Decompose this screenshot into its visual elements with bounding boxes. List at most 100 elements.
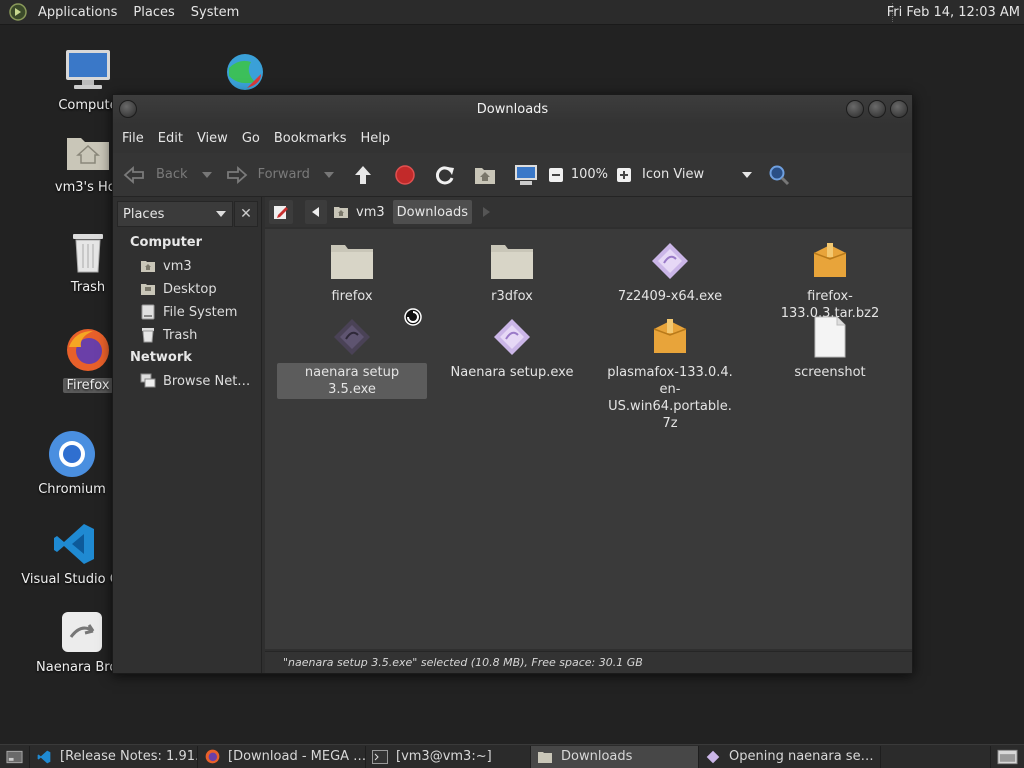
show-desktop-icon: [6, 750, 23, 763]
folder-icon: [488, 237, 536, 285]
sidebar-item-file-system[interactable]: File System: [140, 304, 237, 320]
path-scroll-right-button[interactable]: [478, 200, 494, 224]
sidebar-item-vm3[interactable]: vm3: [140, 258, 192, 274]
folder-icon: [328, 237, 376, 285]
clock[interactable]: Fri Feb 14, 12:03 AM: [887, 0, 1020, 25]
globe-icon[interactable]: [225, 52, 265, 92]
home-folder-icon: [334, 207, 348, 218]
menu-file[interactable]: File: [115, 131, 151, 146]
file-item[interactable]: Naenara setup.exe: [437, 313, 587, 382]
back-button[interactable]: Back: [123, 160, 188, 190]
path-crumb-label: Downloads: [396, 204, 469, 220]
maximize-button[interactable]: [868, 100, 886, 118]
task-label: [vm3@vm3:~]: [396, 749, 492, 764]
workspace-switcher[interactable]: [990, 745, 1024, 768]
desktop-icon: [140, 281, 156, 297]
wine-icon: [705, 749, 721, 765]
up-button[interactable]: [352, 160, 374, 190]
reload-button[interactable]: [434, 160, 456, 190]
sidebar-item-label: Trash: [163, 327, 198, 343]
view-mode-select[interactable]: Icon View: [642, 160, 753, 190]
sidebar-item-trash[interactable]: Trash: [140, 327, 197, 343]
zoom-level: 100%: [570, 167, 609, 182]
network-icon: [140, 373, 156, 389]
wine-executable-icon: [646, 237, 694, 285]
naenara-browser-icon: [58, 608, 106, 656]
back-history-dropdown[interactable]: [201, 160, 212, 190]
path-crumb-downloads[interactable]: Downloads: [392, 200, 473, 224]
drive-icon: [140, 304, 156, 320]
desktop-icon-label: Firefox: [63, 378, 113, 393]
chevron-right-icon: [483, 207, 491, 217]
sidebar-heading-computer: Computer: [130, 235, 203, 250]
menu-go[interactable]: Go: [235, 131, 267, 146]
task-download-mega[interactable]: [Download - MEGA …: [198, 745, 366, 768]
sidebar-item-label: Browse Net…: [163, 373, 251, 389]
file-manager-window: Downloads File Edit View Go Bookmarks He…: [112, 94, 913, 674]
trash-icon: [64, 228, 112, 276]
system-menu[interactable]: System: [183, 5, 247, 20]
sidebar-item-label: Desktop: [163, 281, 217, 297]
file-name: plasmafox-133.0.4. en-US.win64.portable.…: [607, 365, 733, 431]
file-item[interactable]: firefox: [277, 237, 427, 306]
reload-icon: [435, 165, 454, 184]
forward-button[interactable]: Forward: [226, 160, 310, 190]
file-name: 7z2409-x64.exe: [617, 289, 723, 304]
search-icon: [769, 165, 790, 185]
chromium-icon: [48, 430, 96, 478]
file-item[interactable]: firefox-133.0.3.tar.bz2: [755, 237, 905, 323]
sidebar-item-browse-network[interactable]: Browse Net…: [140, 373, 250, 389]
task-terminal[interactable]: [vm3@vm3:~]: [366, 745, 531, 768]
menu-view[interactable]: View: [190, 131, 235, 146]
desktop-icon-label: Chromium: [38, 482, 106, 497]
task-opening-naenara[interactable]: Opening naenara se…: [699, 745, 881, 768]
zoom-in-button[interactable]: [616, 160, 632, 190]
window-title: Downloads: [476, 102, 549, 117]
home-button[interactable]: [474, 160, 496, 190]
close-sidebar-button[interactable]: ✕: [234, 201, 258, 227]
file-item[interactable]: plasmafox-133.0.4. en-US.win64.portable.…: [595, 313, 745, 433]
desktop-icon-chromium[interactable]: Chromium: [22, 430, 122, 497]
path-crumb-vm3[interactable]: vm3: [329, 200, 389, 224]
stop-icon: [395, 164, 415, 185]
menu-help[interactable]: Help: [353, 131, 397, 146]
computer-button[interactable]: [514, 160, 538, 190]
applications-menu[interactable]: Applications: [30, 5, 125, 20]
menu-bookmarks[interactable]: Bookmarks: [267, 131, 354, 146]
path-scroll-left-button[interactable]: [305, 200, 327, 224]
minimize-button[interactable]: [846, 100, 864, 118]
forward-history-dropdown[interactable]: [323, 160, 334, 190]
file-item[interactable]: screenshot: [755, 313, 905, 382]
file-name: r3dfox: [491, 289, 533, 304]
task-downloads[interactable]: Downloads: [531, 745, 699, 768]
path-crumb-label: vm3: [356, 204, 385, 220]
task-label: [Release Notes: 1.91…: [60, 749, 198, 764]
home-folder-icon: [474, 167, 495, 184]
places-selector[interactable]: Places: [117, 201, 233, 227]
window-titlebar[interactable]: Downloads: [113, 95, 912, 124]
menu-edit[interactable]: Edit: [151, 131, 190, 146]
zoom-out-button[interactable]: [548, 160, 564, 190]
workspace-icon: [997, 749, 1018, 764]
edit-location-button[interactable]: [269, 200, 293, 224]
file-item[interactable]: 7z2409-x64.exe: [595, 237, 745, 306]
applications-logo-icon[interactable]: [8, 2, 28, 22]
task-label: Opening naenara se…: [729, 749, 874, 764]
home-folder-icon: [140, 258, 156, 274]
task-release-notes[interactable]: [Release Notes: 1.91…: [30, 745, 198, 768]
chevron-down-icon: [216, 211, 226, 217]
window-menu-button[interactable]: [119, 100, 137, 118]
search-button[interactable]: [768, 160, 790, 190]
file-name: firefox: [331, 289, 373, 304]
desktop-icon-label: Compute: [58, 98, 118, 113]
chevron-down-icon: [742, 171, 753, 178]
close-button[interactable]: [890, 100, 908, 118]
file-item[interactable]: r3dfox: [437, 237, 587, 306]
top-panel: Applications Places System Fri Feb 14, 1…: [0, 0, 1024, 25]
edit-icon: [274, 206, 288, 219]
stop-button[interactable]: [394, 160, 416, 190]
sidebar-item-desktop[interactable]: Desktop: [140, 281, 217, 297]
places-menu[interactable]: Places: [125, 5, 182, 20]
up-arrow-icon: [354, 165, 371, 184]
show-desktop-button[interactable]: [0, 745, 30, 768]
